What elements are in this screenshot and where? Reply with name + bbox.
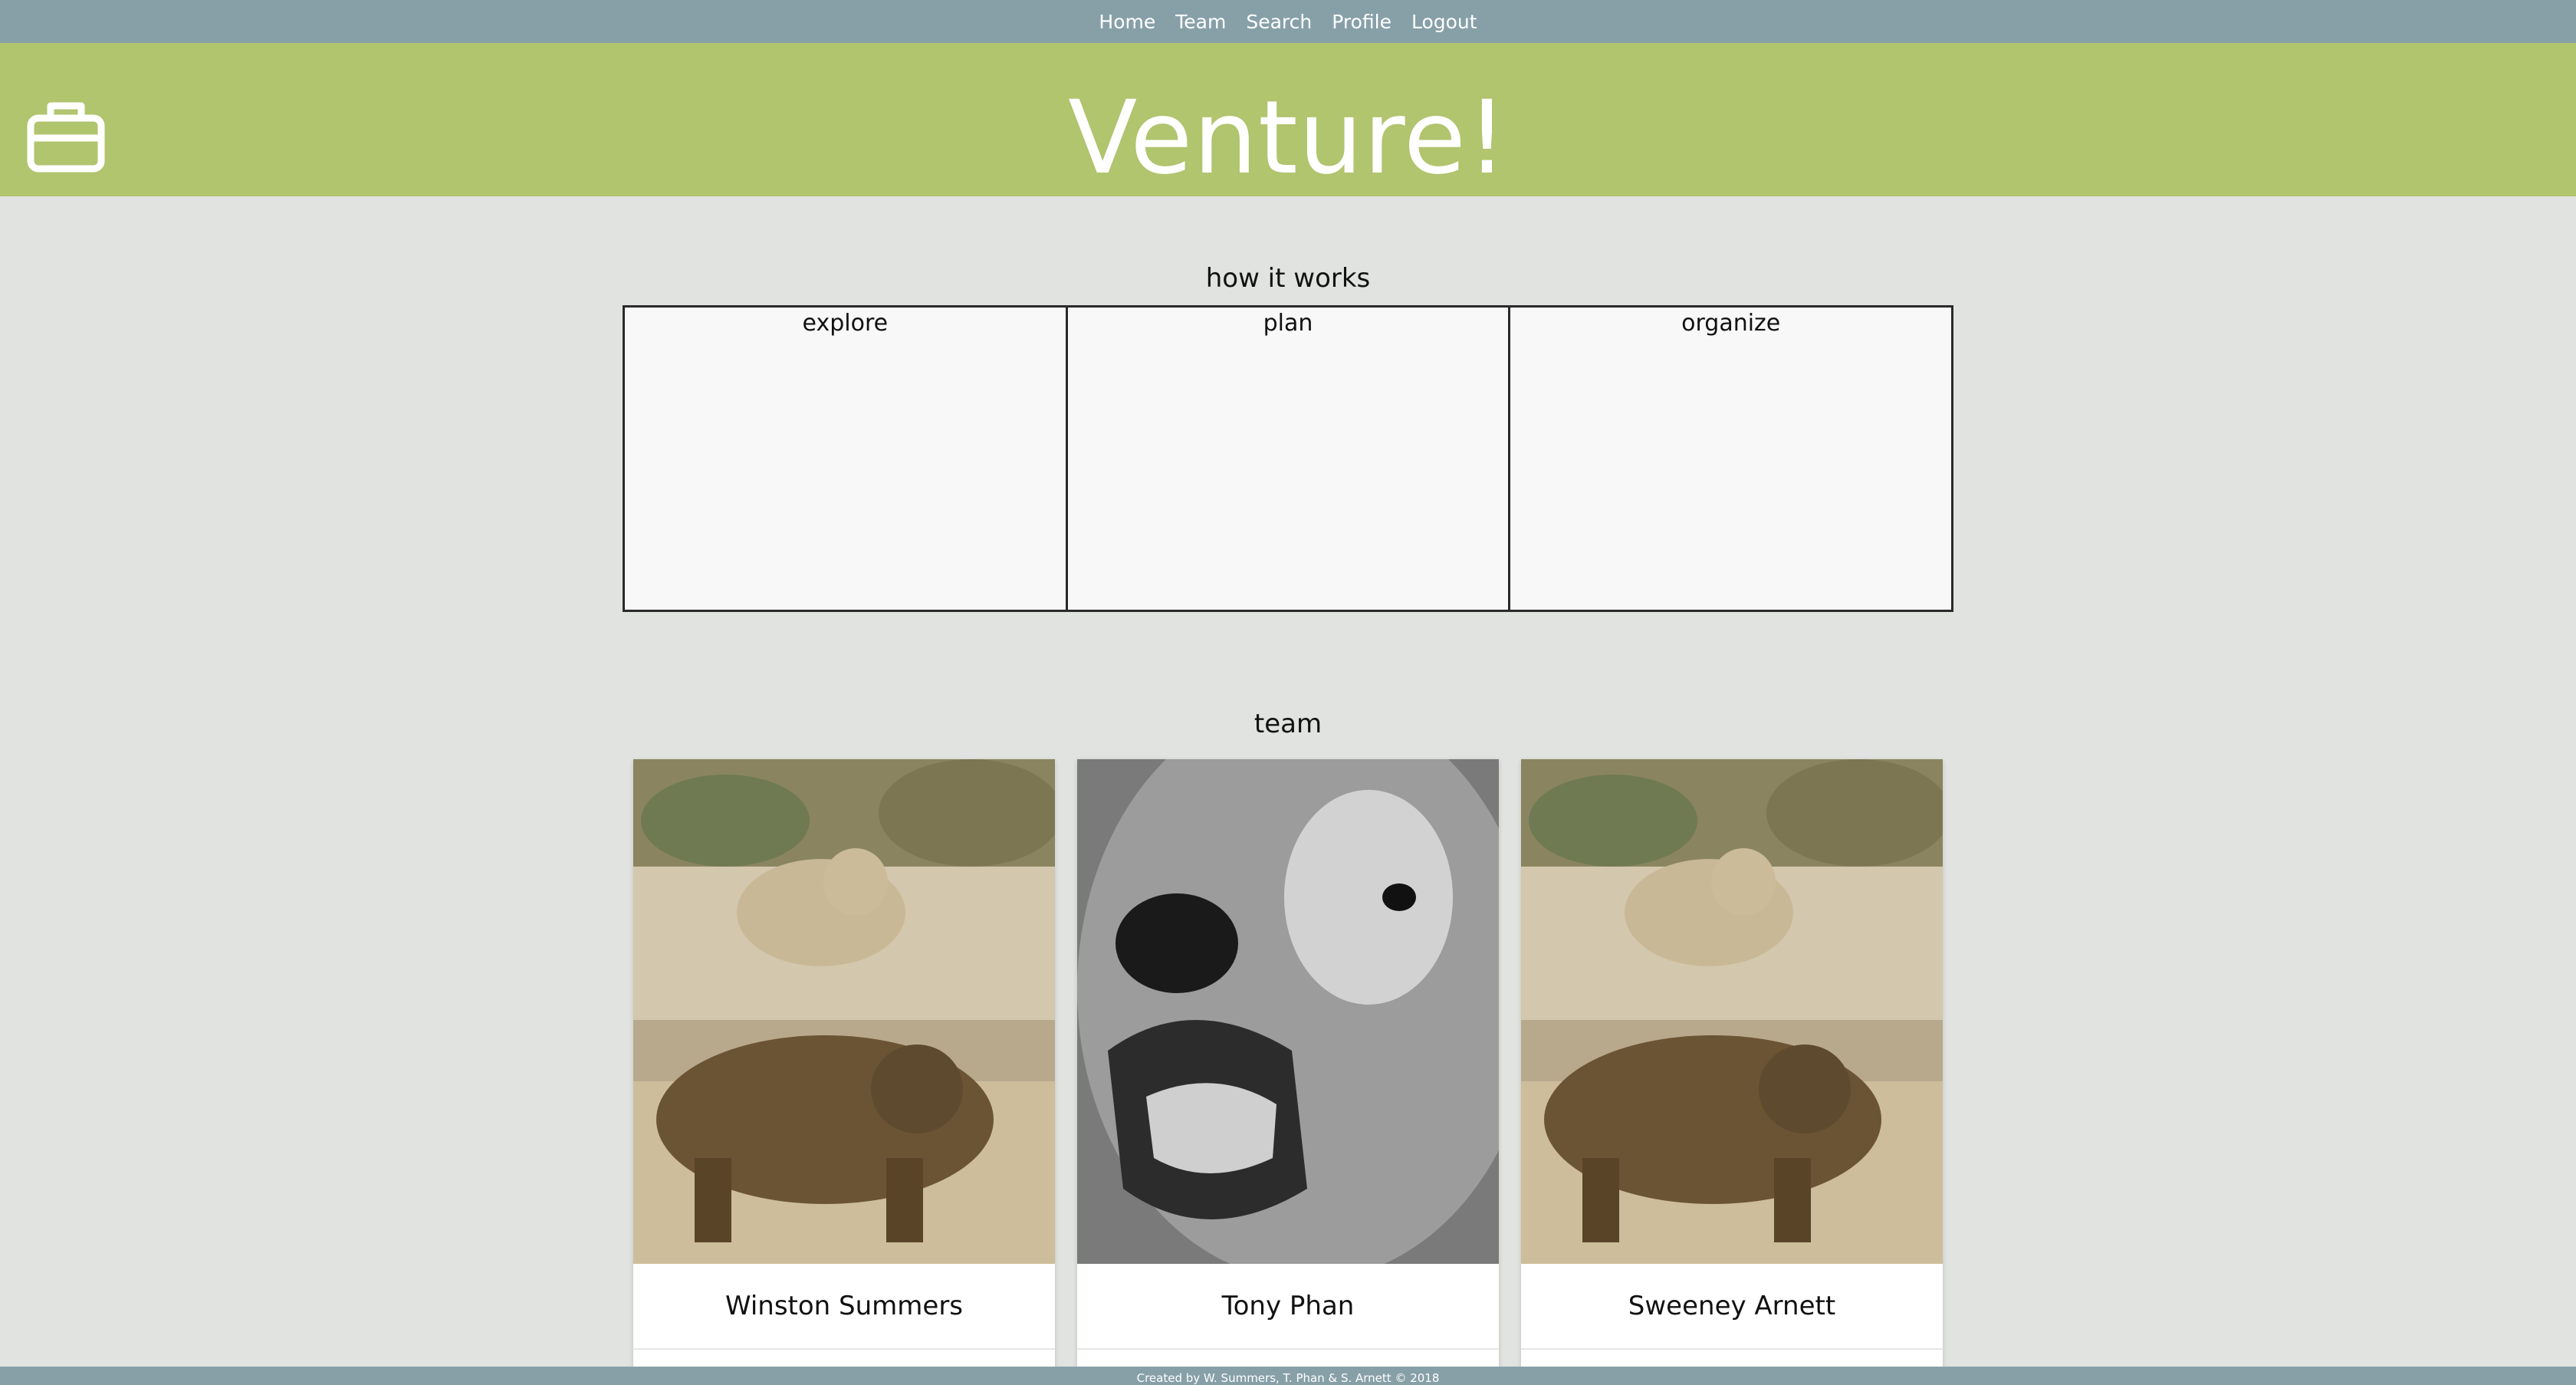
bears-photo xyxy=(1521,759,1943,1264)
bear-roar-photo xyxy=(1077,759,1499,1264)
team-card[interactable]: Winston Summers xyxy=(633,759,1055,1373)
how-it-works-grid: explore plan organize xyxy=(623,305,1953,612)
site-title: Venture! xyxy=(1068,79,1508,197)
nav-home-link[interactable]: Home xyxy=(1099,11,1155,33)
how-cell-organize: organize xyxy=(1508,308,1952,610)
bears-photo xyxy=(633,759,1055,1264)
how-cell-explore: explore xyxy=(625,308,1066,610)
top-nav: Home Team Search Profile Logout xyxy=(0,0,2576,43)
nav-team-link[interactable]: Team xyxy=(1175,11,1226,33)
footer-credits: Created by W. Summers, T. Phan & S. Arne… xyxy=(1136,1371,1440,1385)
footer: Created by W. Summers, T. Phan & S. Arne… xyxy=(0,1367,2576,1385)
team-row: Winston Summers Tony Phan Sweeney Arnett xyxy=(633,759,1943,1373)
team-card[interactable]: Sweeney Arnett xyxy=(1521,759,1943,1373)
member-name: Sweeney Arnett xyxy=(1521,1264,1943,1350)
how-it-works-heading: how it works xyxy=(1205,263,1371,294)
banner: Venture! xyxy=(0,43,2576,196)
member-name: Tony Phan xyxy=(1077,1264,1499,1350)
member-name: Winston Summers xyxy=(633,1264,1055,1350)
nav-search-link[interactable]: Search xyxy=(1246,11,1312,33)
team-heading: team xyxy=(1254,709,1322,739)
team-card[interactable]: Tony Phan xyxy=(1077,759,1499,1373)
nav-logout-link[interactable]: Logout xyxy=(1411,11,1477,33)
how-cell-plan: plan xyxy=(1065,308,1509,610)
nav-profile-link[interactable]: Profile xyxy=(1332,11,1392,33)
